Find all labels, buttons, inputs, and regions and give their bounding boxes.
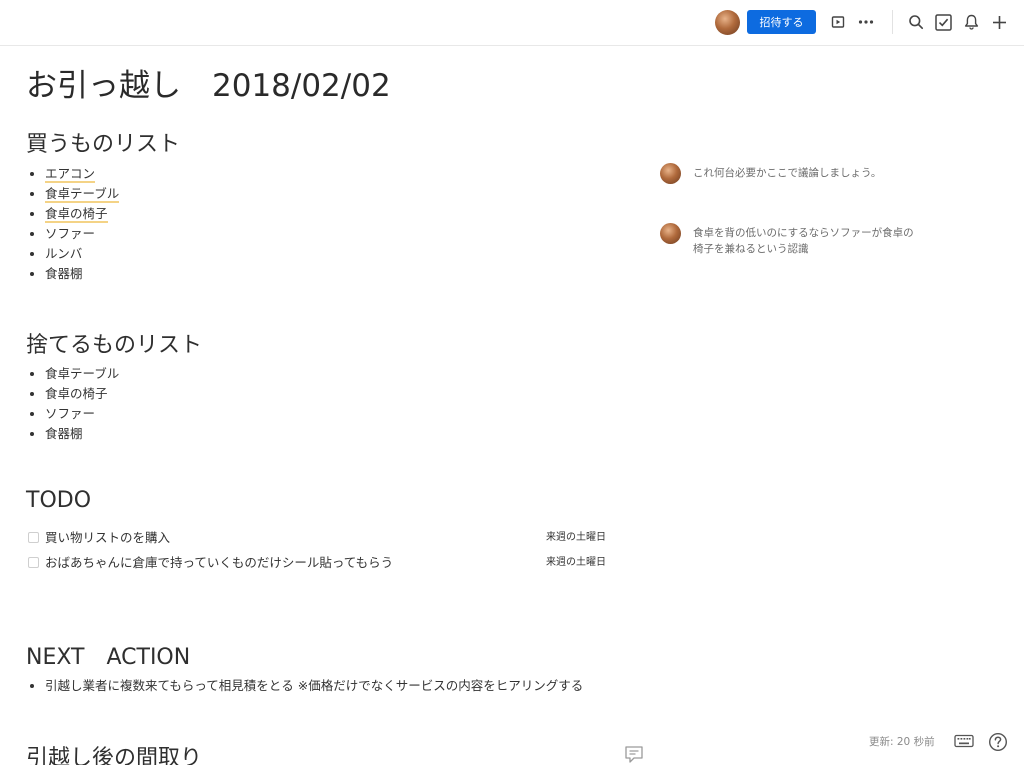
todo-item: おばあちゃんに倉庫で持っていくものだけシール貼ってもらう 来週の土曜日 (28, 554, 608, 572)
list-item[interactable]: 引越し業者に複数来てもらって相見積をとる ※価格だけでなくサービスの内容をヒアリ… (29, 676, 584, 696)
comment-text[interactable]: 食卓を背の低いのにするならソファーが食卓の椅子を兼ねるという認識 (693, 225, 923, 257)
list-item[interactable]: ソファー (29, 224, 119, 244)
list-item-label: エアコン (45, 166, 96, 183)
add-comment-icon[interactable] (623, 744, 645, 764)
search-icon[interactable] (905, 11, 927, 33)
user-avatar[interactable] (715, 10, 740, 35)
bell-icon[interactable] (960, 11, 982, 33)
list-item[interactable]: 食卓の椅子 (29, 204, 119, 224)
invite-button[interactable]: 招待する (747, 10, 816, 34)
present-icon[interactable] (827, 11, 849, 33)
list-item[interactable]: 食卓テーブル (29, 184, 120, 204)
todo-due-date[interactable]: 来週の土曜日 (546, 530, 606, 546)
toolbar-divider (892, 10, 893, 34)
discard-list-heading[interactable]: 捨てるものリスト (26, 327, 202, 359)
todo-text[interactable]: 買い物リストのを購入 (45, 529, 170, 547)
list-item-label: 食器棚 (45, 266, 83, 281)
list-item[interactable]: エアコン (29, 164, 119, 184)
task-check-icon[interactable] (932, 11, 954, 33)
more-icon[interactable] (855, 11, 877, 33)
list-item[interactable]: 食器棚 (29, 424, 119, 444)
list-item-label: 食卓の椅子 (45, 206, 108, 223)
next-action-list: 引越し業者に複数来てもらって相見積をとる ※価格だけでなくサービスの内容をヒアリ… (29, 676, 584, 696)
list-item[interactable]: 食卓テーブル (29, 364, 120, 384)
list-item-label: ソファー (45, 226, 96, 241)
plus-icon[interactable] (988, 11, 1010, 33)
list-item-label: ソファー (45, 406, 96, 421)
todo-checkbox[interactable] (28, 557, 39, 568)
todo-due-date[interactable]: 来週の土曜日 (546, 555, 606, 571)
list-item[interactable]: ソファー (29, 404, 119, 424)
floor-plan-heading[interactable]: 引越し後の間取り (26, 740, 202, 765)
list-item[interactable]: 食卓の椅子 (29, 384, 119, 404)
discard-list: 食卓テーブル 食卓の椅子 ソファー 食器棚 (29, 364, 120, 444)
list-item-label: ルンバ (45, 246, 83, 261)
list-item-label: 引越し業者に複数来てもらって相見積をとる ※価格だけでなくサービスの内容をヒアリ… (45, 678, 584, 693)
buy-list: エアコン 食卓テーブル 食卓の椅子 ソファー ルンバ 食器棚 (29, 164, 120, 284)
comment-avatar[interactable] (660, 163, 681, 184)
comment-text[interactable]: これ何台必要かここで議論しましょう。 (693, 165, 923, 181)
next-action-heading[interactable]: NEXT ACTION (26, 639, 190, 671)
top-bar: 招待する (0, 0, 1024, 46)
comment-avatar[interactable] (660, 223, 681, 244)
last-updated: 更新: 20 秒前 (869, 736, 935, 748)
list-item[interactable]: ルンバ (29, 244, 119, 264)
list-item-label: 食器棚 (45, 426, 83, 441)
list-item-label: 食卓テーブル (45, 186, 120, 203)
list-item-label: 食卓テーブル (45, 366, 120, 381)
list-item[interactable]: 食器棚 (29, 264, 119, 284)
todo-checkbox[interactable] (28, 532, 39, 543)
list-item-label: 食卓の椅子 (45, 386, 108, 401)
todo-item: 買い物リストのを購入 来週の土曜日 (28, 529, 608, 547)
help-icon[interactable] (987, 731, 1009, 753)
buy-list-heading[interactable]: 買うものリスト (26, 126, 180, 158)
todo-heading[interactable]: TODO (26, 488, 91, 513)
todo-text[interactable]: おばあちゃんに倉庫で持っていくものだけシール貼ってもらう (45, 554, 393, 572)
keyboard-icon[interactable] (953, 732, 975, 750)
page-title[interactable]: お引っ越し 2018/02/02 (26, 60, 391, 105)
